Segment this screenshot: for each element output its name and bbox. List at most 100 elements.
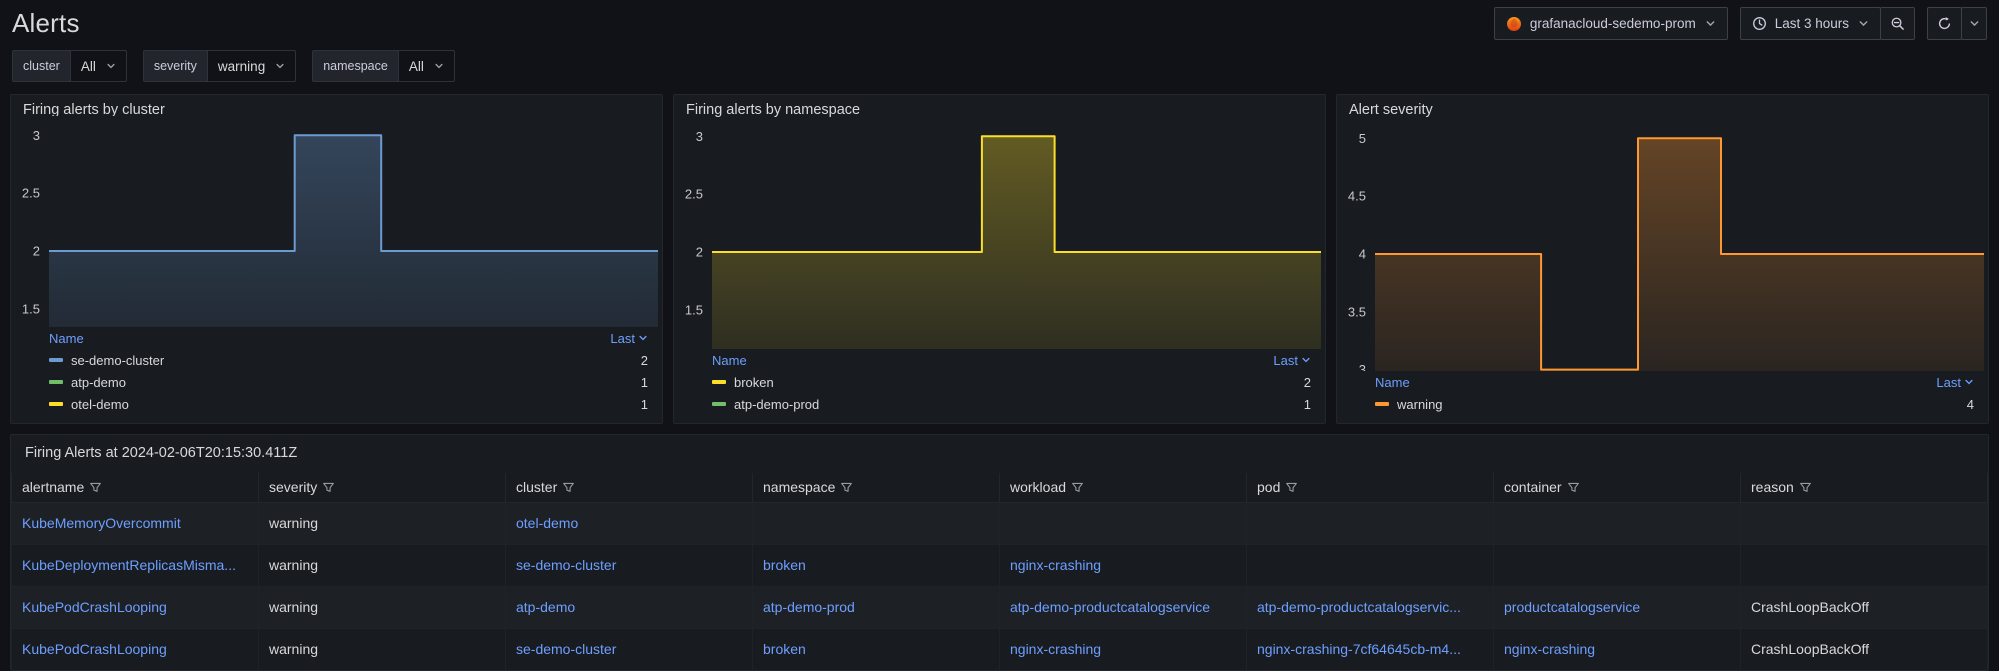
column-header-workload[interactable]: workload bbox=[1000, 473, 1247, 502]
table-cell: warning bbox=[259, 628, 506, 670]
filter-icon[interactable] bbox=[322, 481, 335, 494]
timeseries-plot[interactable]: 33.544.5512:3012:4513:0013:1513:3013:451… bbox=[1337, 119, 1988, 371]
table-cell-link[interactable]: broken bbox=[753, 628, 1000, 670]
sort-caret-icon bbox=[1964, 377, 1974, 387]
refresh-interval-dropdown[interactable] bbox=[1961, 7, 1987, 40]
series-color-swatch bbox=[712, 380, 726, 384]
grafana-dashboard: Alerts grafanacloud-sedemo-prom Last 3 h… bbox=[0, 0, 1999, 671]
chart-firing-alerts-by-namespace[interactable]: 11.522.5312:3012:4513:0013:1513:3013:451… bbox=[674, 117, 1325, 349]
table-cell-link[interactable]: KubePodCrashLooping bbox=[12, 586, 259, 628]
legend-item[interactable]: warning4 bbox=[1375, 393, 1974, 415]
filter-label: severity bbox=[143, 50, 207, 82]
series-last-value: 1 bbox=[641, 375, 648, 390]
filter-namespace-dropdown[interactable]: All bbox=[398, 50, 455, 82]
legend-name-header[interactable]: Name bbox=[1375, 375, 1410, 390]
filter-icon[interactable] bbox=[840, 481, 853, 494]
svg-text:1.5: 1.5 bbox=[685, 303, 703, 318]
series-name: warning bbox=[1397, 397, 1443, 412]
table-cell-link[interactable]: atp-demo-productcatalogservic... bbox=[1247, 586, 1494, 628]
table-cell-link[interactable]: atp-demo-prod bbox=[753, 586, 1000, 628]
legend-name-header[interactable]: Name bbox=[712, 353, 747, 368]
table-cell-link[interactable]: otel-demo bbox=[506, 502, 753, 544]
column-label: pod bbox=[1257, 479, 1280, 495]
column-header-alertname[interactable]: alertname bbox=[12, 473, 259, 502]
time-range-picker[interactable]: Last 3 hours bbox=[1740, 7, 1881, 40]
table-cell-link[interactable]: KubePodCrashLooping bbox=[12, 628, 259, 670]
svg-text:4: 4 bbox=[1359, 246, 1366, 261]
table-cell-link[interactable]: se-demo-cluster bbox=[506, 544, 753, 586]
table-cell-link[interactable]: KubeMemoryOvercommit bbox=[12, 502, 259, 544]
table-cell-link[interactable]: broken bbox=[753, 544, 1000, 586]
legend-item[interactable]: broken2 bbox=[712, 371, 1311, 393]
chevron-down-icon bbox=[1969, 18, 1980, 29]
table-cell-link[interactable]: nginx-crashing-7cf64645cb-m4... bbox=[1247, 628, 1494, 670]
table-cell-link[interactable]: KubeDeploymentReplicasMisma... bbox=[12, 544, 259, 586]
table-cell-link[interactable]: se-demo-cluster bbox=[506, 628, 753, 670]
chart-firing-alerts-by-cluster[interactable]: 11.522.5312:3012:4513:0013:1513:3013:451… bbox=[11, 116, 662, 327]
column-header-namespace[interactable]: namespace bbox=[753, 473, 1000, 502]
column-header-reason[interactable]: reason bbox=[1741, 473, 1988, 502]
refresh-button[interactable] bbox=[1927, 7, 1962, 40]
legend-item[interactable]: otel-demo1 bbox=[49, 393, 648, 415]
legend-item[interactable]: atp-demo-prod1 bbox=[712, 393, 1311, 415]
filter-icon[interactable] bbox=[1567, 481, 1580, 494]
timeseries-plot[interactable]: 11.522.5312:3012:4513:0013:1513:3013:451… bbox=[674, 117, 1325, 349]
column-header-pod[interactable]: pod bbox=[1247, 473, 1494, 502]
column-header-container[interactable]: container bbox=[1494, 473, 1741, 502]
column-label: namespace bbox=[763, 479, 835, 495]
table-cell-link[interactable]: productcatalogservice bbox=[1494, 586, 1741, 628]
table-cell: warning bbox=[259, 502, 506, 544]
time-range-label: Last 3 hours bbox=[1775, 16, 1849, 31]
filter-severity: severity warning bbox=[143, 50, 296, 82]
column-header-severity[interactable]: severity bbox=[259, 473, 506, 502]
series-color-swatch bbox=[49, 380, 63, 384]
legend-item[interactable]: se-demo-cluster2 bbox=[49, 349, 648, 371]
legend-last-header[interactable]: Last bbox=[610, 331, 648, 346]
column-label: container bbox=[1504, 479, 1562, 495]
chevron-down-icon bbox=[1705, 18, 1716, 29]
panel-title[interactable]: Firing alerts by cluster bbox=[11, 95, 662, 116]
legend-name-header[interactable]: Name bbox=[49, 331, 84, 346]
table-cell-link[interactable]: nginx-crashing bbox=[1494, 628, 1741, 670]
table-cell-link[interactable]: nginx-crashing bbox=[1000, 544, 1247, 586]
table-panel-title[interactable]: Firing Alerts at 2024-02-06T20:15:30.411… bbox=[11, 435, 1988, 473]
series-last-value: 2 bbox=[641, 353, 648, 368]
filter-icon[interactable] bbox=[1799, 481, 1812, 494]
clock-icon bbox=[1752, 16, 1767, 31]
chart-alert-severity[interactable]: 33.544.5512:3012:4513:0013:1513:3013:451… bbox=[1337, 119, 1988, 371]
filter-icon[interactable] bbox=[562, 481, 575, 494]
chart-panels-row: Firing alerts by cluster 11.522.5312:301… bbox=[0, 94, 1999, 424]
datasource-picker[interactable]: grafanacloud-sedemo-prom bbox=[1494, 7, 1728, 40]
table-cell-link[interactable]: atp-demo-productcatalogservice bbox=[1000, 586, 1247, 628]
table-cell-link[interactable]: atp-demo bbox=[506, 586, 753, 628]
chevron-down-icon bbox=[275, 61, 285, 71]
chevron-down-icon bbox=[106, 61, 116, 71]
svg-text:3: 3 bbox=[33, 128, 40, 143]
legend-header: Name Last bbox=[712, 349, 1311, 371]
legend-header: Name Last bbox=[1375, 371, 1974, 393]
table-header-row: alertnameseveritycluster namespace workloa… bbox=[12, 473, 1988, 502]
legend-last-header[interactable]: Last bbox=[1273, 353, 1311, 368]
filter-icon[interactable] bbox=[1285, 481, 1298, 494]
legend-last-header[interactable]: Last bbox=[1936, 375, 1974, 390]
table-row: KubeDeploymentReplicasMisma...warningse-… bbox=[12, 544, 1988, 586]
filter-icon[interactable] bbox=[1071, 481, 1084, 494]
panel-title[interactable]: Firing alerts by namespace bbox=[674, 95, 1325, 117]
table-cell-link[interactable]: nginx-crashing bbox=[1000, 628, 1247, 670]
column-header-cluster[interactable]: cluster bbox=[506, 473, 753, 502]
panel-firing-alerts-by-namespace: Firing alerts by namespace 11.522.5312:3… bbox=[673, 94, 1326, 424]
timeseries-plot[interactable]: 11.522.5312:3012:4513:0013:1513:3013:451… bbox=[11, 116, 662, 327]
page-title: Alerts bbox=[12, 8, 80, 39]
filter-selected-value: All bbox=[409, 59, 424, 74]
filter-icon[interactable] bbox=[89, 481, 102, 494]
svg-text:3: 3 bbox=[1359, 362, 1366, 371]
grafana-logo-icon bbox=[1506, 16, 1522, 32]
legend-item[interactable]: atp-demo1 bbox=[49, 371, 648, 393]
zoom-out-time-button[interactable] bbox=[1880, 7, 1915, 40]
panel-title[interactable]: Alert severity bbox=[1337, 95, 1988, 119]
table-body: KubeMemoryOvercommitwarningotel-demoKube… bbox=[12, 502, 1988, 670]
filter-severity-dropdown[interactable]: warning bbox=[207, 50, 296, 82]
panel-firing-alerts-by-cluster: Firing alerts by cluster 11.522.5312:301… bbox=[10, 94, 663, 424]
filter-cluster-dropdown[interactable]: All bbox=[70, 50, 127, 82]
series-color-swatch bbox=[49, 358, 63, 362]
